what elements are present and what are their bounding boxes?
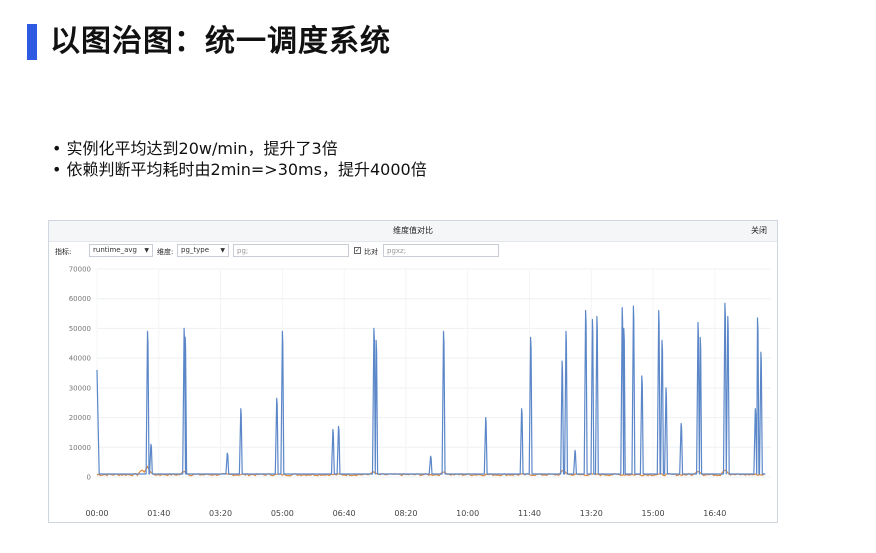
y-tick-label: 70000 xyxy=(69,266,91,274)
metric-select-value: runtime_avg xyxy=(93,246,137,254)
x-tick-label: 00:00 xyxy=(85,509,108,518)
x-axis: 00:00 01:40 03:20 05:00 06:40 08:20 10:00 11:40… xyxy=(85,509,726,518)
x-tick-label: 13:20 xyxy=(580,509,603,518)
pg-filter-input[interactable] xyxy=(233,244,349,257)
bullet-item: 依赖判断平均耗时由2min=>30ms，提升4000倍 xyxy=(52,159,427,180)
filter-toolbar: 指标: runtime_avg ▼ 维度: pg_type ▼ ✓ 比对 xyxy=(49,242,777,260)
chevron-down-icon: ▼ xyxy=(220,247,225,254)
x-tick-label: 05:00 xyxy=(271,509,294,518)
x-tick-label: 03:20 xyxy=(209,509,232,518)
chart-grid xyxy=(96,268,771,478)
compare-checkbox[interactable]: ✓ xyxy=(354,247,361,254)
dimension-select-value: pg_type xyxy=(181,246,210,254)
y-tick-label: 30000 xyxy=(69,384,91,392)
y-tick-label: 40000 xyxy=(69,355,91,363)
y-tick-label: 0 xyxy=(87,474,91,482)
timeseries-chart: 0 10000 20000 30000 40000 50000 60000 70000 00:… xyxy=(69,266,771,518)
comparison-panel: 维度值对比 关闭 指标: runtime_avg ▼ 维度: pg_type ▼… xyxy=(48,220,778,523)
x-tick-label: 10:00 xyxy=(456,509,479,518)
x-tick-label: 11:40 xyxy=(518,509,541,518)
title-accent-bar xyxy=(27,24,37,60)
bullet-list: 实例化平均达到20w/min，提升了3倍 依赖判断平均耗时由2min=>30ms… xyxy=(52,138,427,180)
panel-header: 维度值对比 关闭 xyxy=(49,221,777,242)
chart-series xyxy=(96,302,766,477)
dimension-select[interactable]: pg_type ▼ xyxy=(177,244,229,257)
x-tick-label: 01:40 xyxy=(147,509,170,518)
compare-input[interactable] xyxy=(383,244,499,257)
x-tick-label: 15:00 xyxy=(642,509,665,518)
y-tick-label: 10000 xyxy=(69,444,91,452)
compare-label: 比对 xyxy=(364,248,378,256)
metric-select[interactable]: runtime_avg ▼ xyxy=(89,244,153,257)
chevron-down-icon: ▼ xyxy=(144,247,149,254)
page-title: 以图治图：统一调度系统 xyxy=(50,24,391,59)
close-button[interactable]: 关闭 xyxy=(751,221,767,241)
x-tick-label: 16:40 xyxy=(703,509,726,518)
y-tick-label: 60000 xyxy=(69,295,91,303)
y-tick-label: 50000 xyxy=(69,325,91,333)
metric-label: 指标: xyxy=(55,248,72,256)
dimension-label: 维度: xyxy=(157,248,174,256)
y-axis: 0 10000 20000 30000 40000 50000 60000 70000 xyxy=(69,266,91,482)
y-tick-label: 20000 xyxy=(69,414,91,422)
x-tick-label: 08:20 xyxy=(394,509,417,518)
panel-title: 维度值对比 xyxy=(393,226,433,235)
bullet-item: 实例化平均达到20w/min，提升了3倍 xyxy=(52,138,427,159)
x-tick-label: 06:40 xyxy=(333,509,356,518)
